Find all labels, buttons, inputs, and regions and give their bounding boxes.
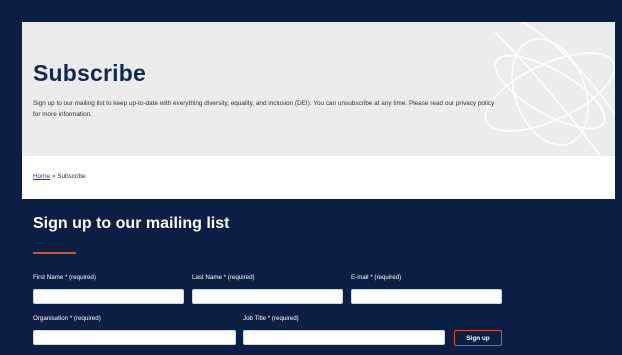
browser-viewport: Subscribe Sign up to our mailing list to… (0, 0, 622, 355)
hero-banner: Subscribe Sign up to our mailing list to… (22, 22, 615, 156)
form-title: Sign up to our mailing list (33, 215, 230, 232)
last-name-label: Last Name * (required) (192, 274, 255, 281)
job-title-label: Job Title * (required) (243, 315, 299, 322)
email-label: E-mail * (required) (351, 274, 402, 281)
last-name-field[interactable] (192, 289, 343, 304)
breadcrumb-current: Subscribe (57, 173, 86, 180)
subscribe-page: Subscribe Sign up to our mailing list to… (22, 22, 615, 355)
breadcrumb-trail: Home » Subscribe (33, 173, 86, 180)
decorative-orbit-graphic (484, 22, 615, 156)
page-description: Sign up to our mailing list to keep up-t… (33, 100, 495, 118)
job-title-field[interactable] (243, 330, 445, 345)
breadcrumb-home-link[interactable]: Home (33, 173, 50, 180)
sign-up-button[interactable]: Sign up (454, 330, 502, 346)
organisation-label: Organisation * (required) (33, 315, 101, 322)
first-name-field[interactable] (33, 289, 184, 304)
email-field[interactable] (351, 289, 502, 304)
title-accent-divider (33, 252, 76, 254)
organisation-field[interactable] (33, 330, 236, 345)
first-name-label: First Name * (required) (33, 274, 96, 281)
page-title: Subscribe (33, 60, 147, 86)
breadcrumb: Home » Subscribe (22, 156, 615, 199)
breadcrumb-separator: » (51, 173, 56, 180)
